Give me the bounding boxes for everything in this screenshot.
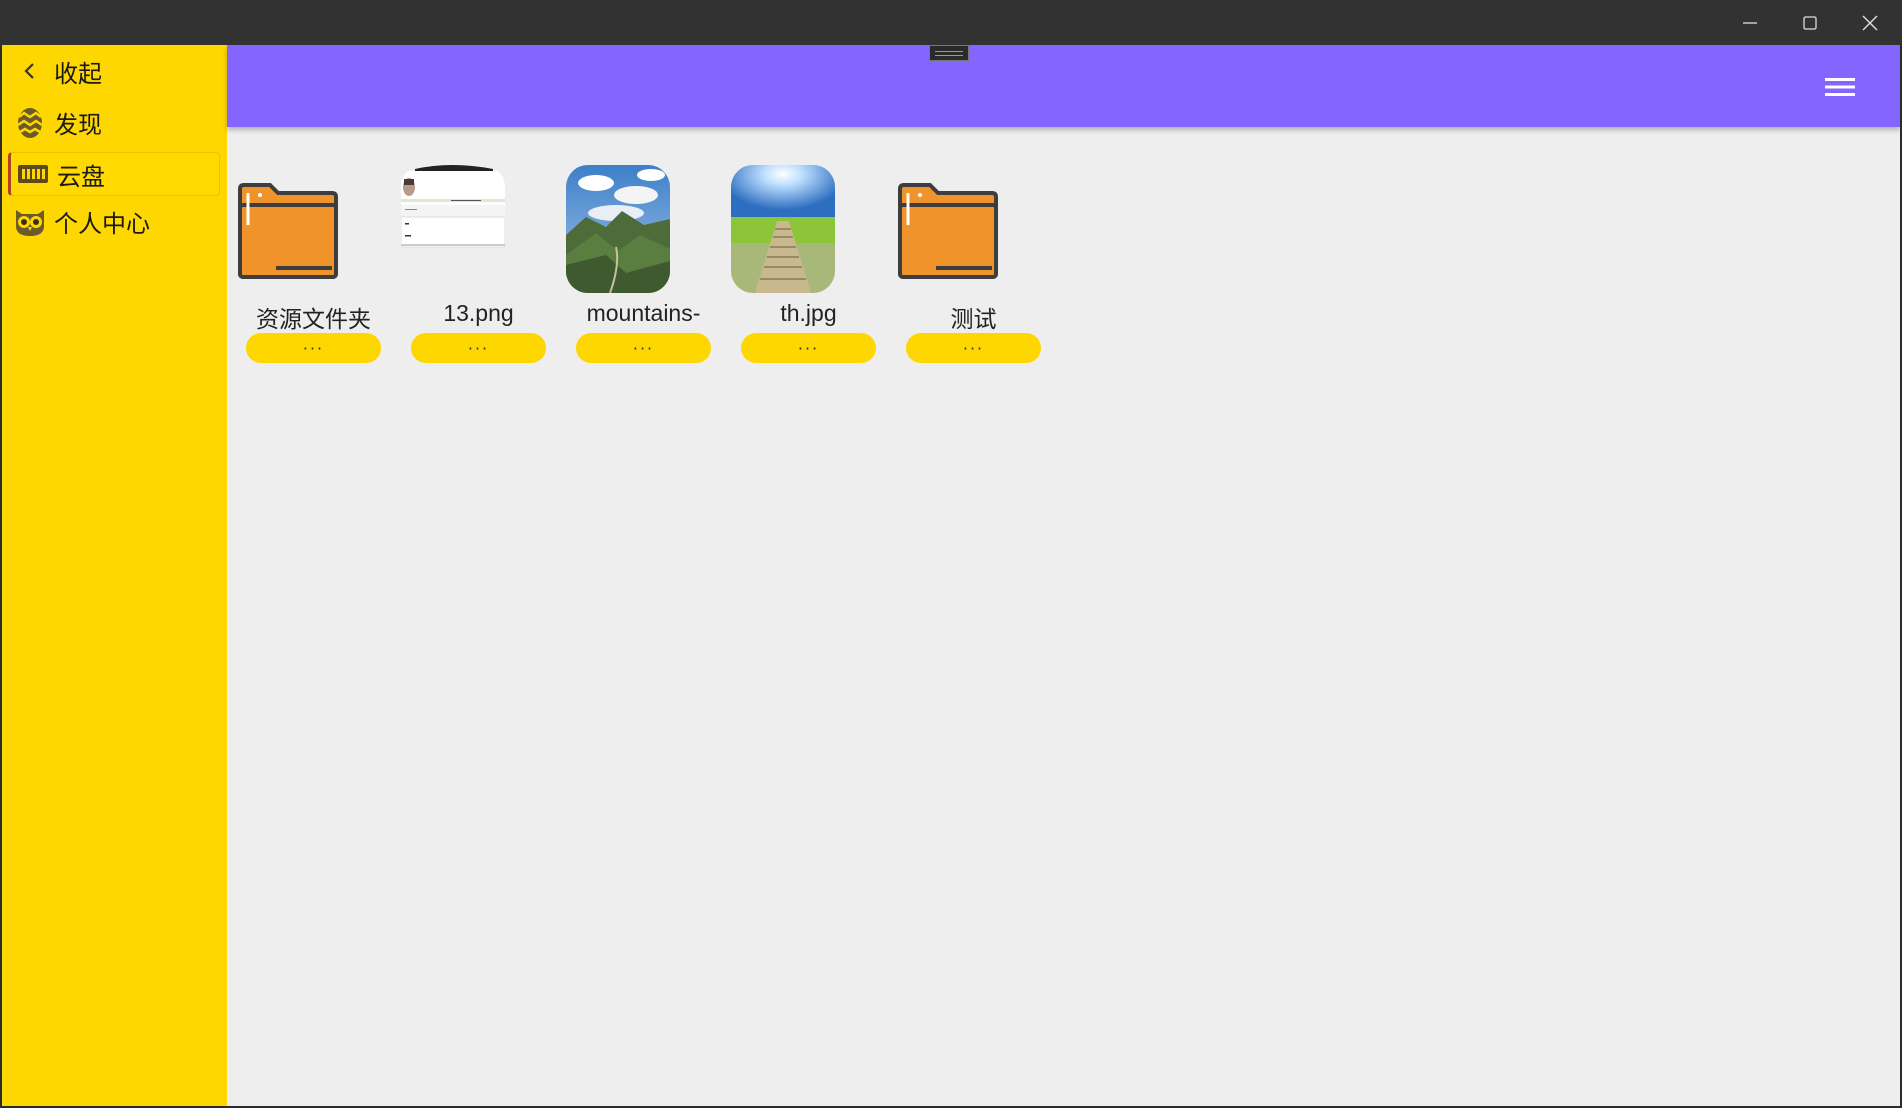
close-icon bbox=[1862, 15, 1878, 30]
file-grid: 资源文件夹 ··· 13.png ··· mountains- ··· th.j… bbox=[227, 127, 1900, 1106]
image-thumbnail bbox=[566, 165, 670, 293]
more-options-button[interactable]: ··· bbox=[411, 333, 546, 363]
file-name: 资源文件夹 bbox=[256, 306, 371, 332]
chevron-left-icon bbox=[10, 51, 50, 91]
more-options-button[interactable]: ··· bbox=[906, 333, 1041, 363]
sidebar-item-cloud-drive[interactable]: 云盘 bbox=[8, 152, 220, 196]
window-titlebar bbox=[0, 0, 1902, 45]
more-options-button[interactable]: ··· bbox=[576, 333, 711, 363]
menu-button[interactable] bbox=[1817, 67, 1863, 107]
file-tile[interactable]: th.jpg ··· bbox=[726, 165, 891, 365]
sidebar-item-label: 发现 bbox=[54, 110, 102, 139]
sidebar-item-collapse[interactable]: 收起 bbox=[8, 49, 220, 93]
file-tile[interactable]: 13.png ··· bbox=[396, 165, 561, 365]
sidebar-item-label: 收起 bbox=[54, 59, 102, 88]
storage-icon bbox=[13, 154, 53, 194]
easter-egg-icon bbox=[10, 102, 50, 142]
file-name: th.jpg bbox=[780, 300, 837, 326]
image-thumbnail bbox=[401, 165, 505, 293]
owl-icon bbox=[10, 201, 50, 241]
sidebar-item-label: 云盘 bbox=[57, 162, 105, 191]
minimize-icon bbox=[1743, 21, 1757, 24]
hamburger-menu-icon bbox=[1825, 78, 1855, 96]
app-window: 收起 发现 云盘 个人中心 资源文件夹 ··· 13.png ··· mount… bbox=[2, 45, 1900, 1106]
sidebar-item-label: 个人中心 bbox=[54, 209, 150, 238]
sidebar-item-profile[interactable]: 个人中心 bbox=[8, 199, 220, 243]
file-tile[interactable]: 测试 ··· bbox=[891, 165, 1056, 365]
top-app-bar bbox=[227, 45, 1900, 127]
file-name: mountains- bbox=[586, 300, 701, 326]
sidebar-item-discover[interactable]: 发现 bbox=[8, 100, 220, 144]
more-options-button[interactable]: ··· bbox=[246, 333, 381, 363]
close-button[interactable] bbox=[1840, 0, 1900, 45]
file-tile[interactable]: mountains- ··· bbox=[561, 165, 726, 365]
file-name: 13.png bbox=[443, 300, 514, 326]
image-thumbnail bbox=[731, 165, 835, 293]
file-name: 测试 bbox=[950, 306, 997, 332]
maximize-icon bbox=[1803, 15, 1817, 30]
file-tile[interactable]: 资源文件夹 ··· bbox=[231, 165, 396, 365]
folder-icon bbox=[236, 165, 340, 293]
more-options-button[interactable]: ··· bbox=[741, 333, 876, 363]
folder-icon bbox=[896, 165, 1000, 293]
minimize-button[interactable] bbox=[1720, 0, 1780, 45]
drag-handle[interactable] bbox=[929, 45, 969, 61]
maximize-button[interactable] bbox=[1780, 0, 1840, 45]
sidebar: 收起 发现 云盘 个人中心 bbox=[2, 45, 227, 1106]
